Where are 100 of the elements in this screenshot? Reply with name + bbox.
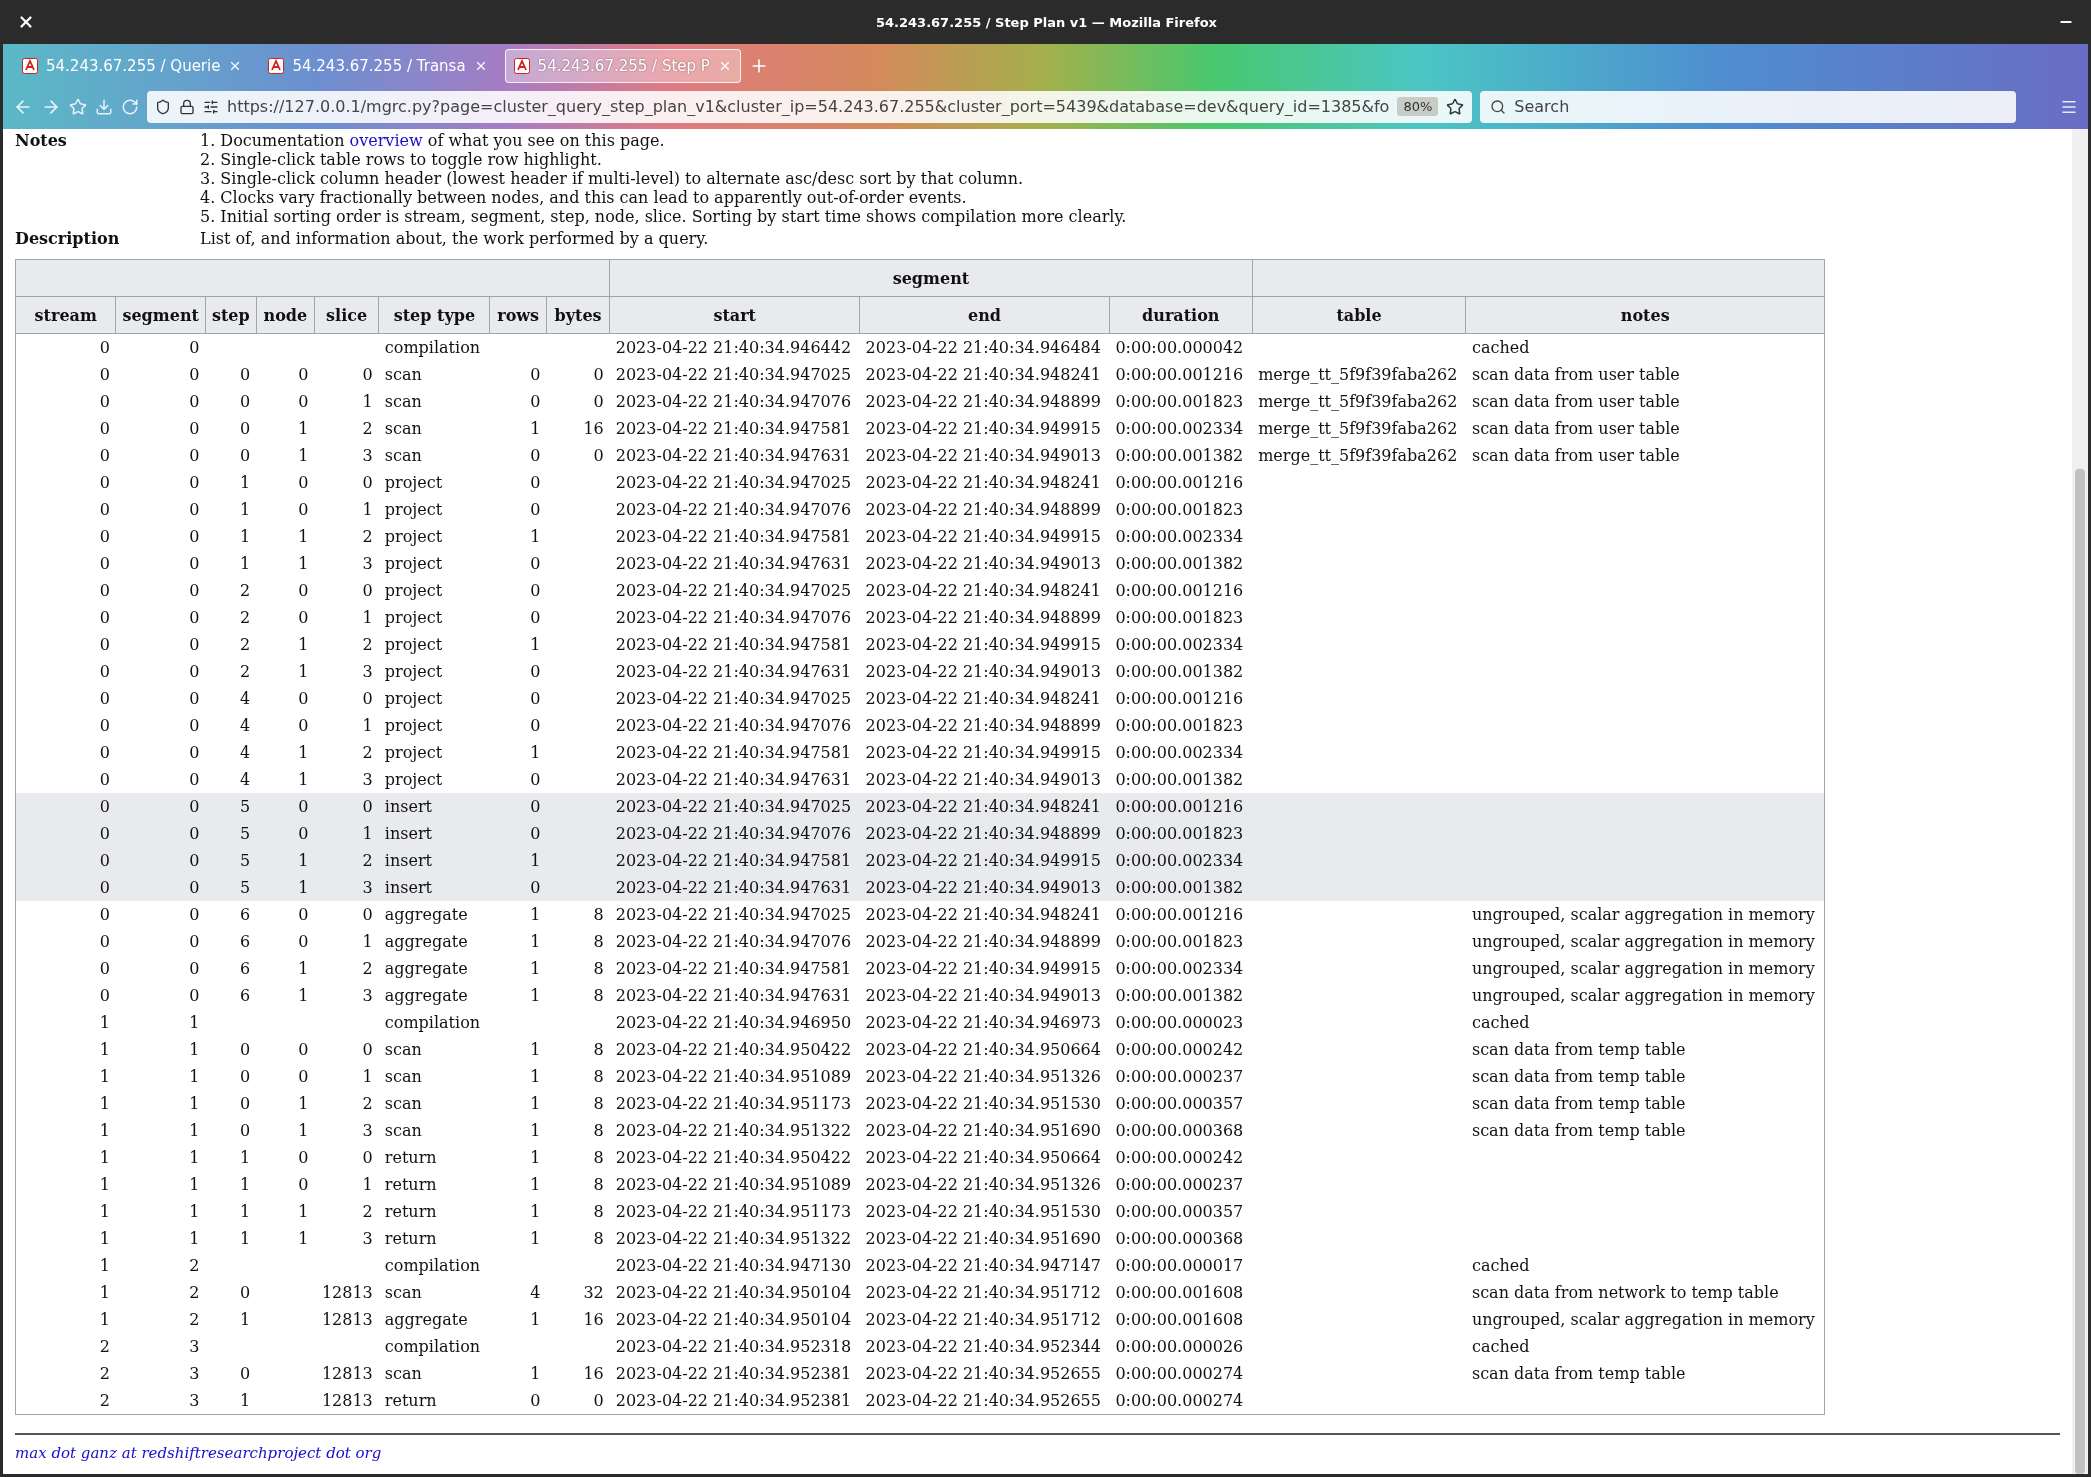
bookmark-star-icon[interactable] [1446, 97, 1465, 116]
table-cell-text: 1 [529, 985, 542, 1007]
table-cell-text: 2023-04-22 21:40:34.950664 [864, 1147, 1102, 1169]
table-cell-text: 2023-04-22 21:40:34.949013 [864, 661, 1102, 683]
address-field[interactable]: https://127.0.0.1/mgrc.py?page=cluster_query_step_plan_v1&cluster_ip=54.243.67.255&cluster_port=5439&database=dev&query_id=1385&fo 80% [147, 90, 1473, 123]
scrollbar[interactable] [2072, 129, 2088, 1474]
table-cell: 0 [490, 874, 547, 901]
column-header[interactable]: rows [490, 296, 547, 334]
table-cell: 2023-04-22 21:40:34.952381 [609, 1387, 860, 1415]
table-cell-text: 2023-04-22 21:40:34.946973 [864, 1012, 1102, 1034]
contact-link[interactable]: max dot ganz at redshiftresearchproject dot org [15, 1444, 382, 1462]
table-cell: 1 [15, 1036, 116, 1063]
reload-icon[interactable] [121, 97, 139, 116]
table-cell-text: 2023-04-22 21:40:34.948899 [864, 931, 1102, 953]
column-header[interactable]: stream [15, 296, 116, 334]
table-cell-text: 1 [188, 1120, 201, 1142]
table-cell: 0:00:00.001216 [1109, 901, 1253, 928]
table-row[interactable]: 0 0 1 0 1 project 0 2023-04-22 21:40:34.947076 2023-04-22 21:40:34.948899 0:00:00.001823 [15, 496, 1825, 523]
star-icon[interactable] [69, 97, 87, 116]
overview-link[interactable]: overview [349, 131, 423, 150]
column-header[interactable]: step type [378, 296, 490, 334]
table-cell-text: scan [383, 1282, 423, 1304]
table-cell-text: 3 [188, 1363, 201, 1385]
table-row[interactable]: 0 0 1 1 3 project 0 2023-04-22 21:40:34.947631 2023-04-22 21:40:34.949013 0:00:00.001382 [15, 550, 1825, 577]
column-header[interactable]: start [609, 296, 860, 334]
table-row[interactable]: 0 0 4 1 2 project 1 2023-04-22 21:40:34.947581 2023-04-22 21:40:34.949915 0:00:00.002334 [15, 739, 1825, 766]
table-row[interactable]: 0 0 0 1 3 scan 0 0 2023-04-22 21:40:34.947631 2023-04-22 21:40:34.949013 0:00:00.001382 merge_tt_5f9f39faba262 scan data from user table [15, 442, 1825, 469]
table-row[interactable]: 0 0 0 0 0 scan 0 0 2023-04-22 21:40:34.947025 2023-04-22 21:40:34.948241 0:00:00.001216 merge_tt_5f9f39faba262 scan data from user table [15, 361, 1825, 388]
column-header[interactable]: step [205, 296, 257, 334]
permissions-icon[interactable] [203, 98, 219, 115]
table-row[interactable]: 0 0 6 1 3 aggregate 1 8 2023-04-22 21:40:34.947631 2023-04-22 21:40:34.949013 0:00:00.001382 ungrouped, scalar aggregation in memory [15, 982, 1825, 1009]
table-row[interactable]: 1 2 0 12813 scan 4 32 2023-04-22 21:40:34.950104 2023-04-22 21:40:34.951712 0:00:00.001608 scan data from network to temp table [15, 1279, 1825, 1306]
table-row[interactable]: 0 0 2 1 2 project 1 2023-04-22 21:40:34.947581 2023-04-22 21:40:34.949915 0:00:00.002334 [15, 631, 1825, 658]
table-row[interactable]: 0 0 0 1 2 scan 1 16 2023-04-22 21:40:34.947581 2023-04-22 21:40:34.949915 0:00:00.002334 merge_tt_5f9f39faba262 scan data from user table [15, 415, 1825, 442]
table-row[interactable]: 0 0 4 0 1 project 0 2023-04-22 21:40:34.947076 2023-04-22 21:40:34.948899 0:00:00.001823 [15, 712, 1825, 739]
table-cell: cached [1465, 333, 1825, 361]
column-header[interactable]: node [256, 296, 315, 334]
table-row[interactable]: 0 0 2 0 1 project 0 2023-04-22 21:40:34.947076 2023-04-22 21:40:34.948899 0:00:00.001823 [15, 604, 1825, 631]
table-cell-text: 2 [361, 634, 374, 656]
table-cell-text: 4 [239, 742, 252, 764]
table-cell-text: 0 [188, 391, 201, 413]
group-header[interactable]: segment [609, 259, 1253, 297]
column-header[interactable]: table [1252, 296, 1466, 334]
table-cell-text: 0 [297, 1039, 310, 1061]
table-row[interactable]: 0 0 4 1 3 project 0 2023-04-22 21:40:34.947631 2023-04-22 21:40:34.949013 0:00:00.001382 [15, 766, 1825, 793]
highlighted-row[interactable]: 0 0 5 1 3 insert 0 2023-04-22 21:40:34.947631 2023-04-22 21:40:34.949013 0:00:00.001382 [15, 874, 1825, 901]
column-header[interactable]: end [859, 296, 1110, 334]
table-row[interactable]: 2 3 0 12813 scan 1 16 2023-04-22 21:40:34.952381 2023-04-22 21:40:34.952655 0:00:00.000274 scan data from temp table [15, 1360, 1825, 1387]
table-row[interactable]: 2 3 1 12813 return 0 0 2023-04-22 21:40:34.952381 2023-04-22 21:40:34.952655 0:00:00.000274 [15, 1387, 1825, 1415]
table-row[interactable]: 1 1 0 1 3 scan 1 8 2023-04-22 21:40:34.951322 2023-04-22 21:40:34.951690 0:00:00.000368 scan data from temp table [15, 1117, 1825, 1144]
highlighted-row[interactable]: 0 0 5 0 0 insert 0 2023-04-22 21:40:34.947025 2023-04-22 21:40:34.948241 0:00:00.001216 [15, 793, 1825, 820]
table-row[interactable]: 1 1 0 0 0 scan 1 8 2023-04-22 21:40:34.950422 2023-04-22 21:40:34.950664 0:00:00.000242 scan data from temp table [15, 1036, 1825, 1063]
table-row[interactable]: 1 2 compilation 2023-04-22 21:40:34.947130 2023-04-22 21:40:34.947147 0:00:00.000017 cached [15, 1252, 1825, 1279]
table-row[interactable]: 0 0 1 0 0 project 0 2023-04-22 21:40:34.947025 2023-04-22 21:40:34.948241 0:00:00.001216 [15, 469, 1825, 496]
table-cell-text: return [383, 1228, 438, 1250]
table-cell: scan data from user table [1465, 388, 1825, 415]
column-header[interactable]: bytes [546, 296, 610, 334]
table-row[interactable]: 0 0 6 1 2 aggregate 1 8 2023-04-22 21:40:34.947581 2023-04-22 21:40:34.949915 0:00:00.002334 ungrouped, scalar aggregation in memory [15, 955, 1825, 982]
table-cell-text: 0:00:00.001608 [1114, 1282, 1245, 1304]
table-cell: 1 [314, 820, 379, 847]
table-row[interactable]: 1 2 1 12813 aggregate 1 16 2023-04-22 21:40:34.950104 2023-04-22 21:40:34.951712 0:00:00.001608 ungrouped, scalar aggregation in memory [15, 1306, 1825, 1333]
table-row[interactable]: 1 1 1 0 1 return 1 8 2023-04-22 21:40:34.951089 2023-04-22 21:40:34.951326 0:00:00.000237 [15, 1171, 1825, 1198]
table-cell-text: 0 [529, 499, 542, 521]
download-icon[interactable] [95, 97, 113, 116]
table-row[interactable]: 2 3 compilation 2023-04-22 21:40:34.952318 2023-04-22 21:40:34.952344 0:00:00.000026 cached [15, 1333, 1825, 1360]
table-row[interactable]: 0 0 0 0 1 scan 0 0 2023-04-22 21:40:34.947076 2023-04-22 21:40:34.948899 0:00:00.001823 merge_tt_5f9f39faba262 scan data from user table [15, 388, 1825, 415]
table-row[interactable]: 0 0 2 1 3 project 0 2023-04-22 21:40:34.947631 2023-04-22 21:40:34.949013 0:00:00.001382 [15, 658, 1825, 685]
table-row[interactable]: 0 0 2 0 0 project 0 2023-04-22 21:40:34.947025 2023-04-22 21:40:34.948241 0:00:00.001216 [15, 577, 1825, 604]
column-header[interactable]: duration [1109, 296, 1253, 334]
table-row[interactable]: 0 0 1 1 2 project 1 2023-04-22 21:40:34.947581 2023-04-22 21:40:34.949915 0:00:00.002334 [15, 523, 1825, 550]
column-header[interactable]: segment [115, 296, 206, 334]
highlighted-row[interactable]: 0 0 5 1 2 insert 1 2023-04-22 21:40:34.947581 2023-04-22 21:40:34.949915 0:00:00.002334 [15, 847, 1825, 874]
table-cell-text: 1 [529, 526, 542, 548]
zoom-badge[interactable]: 80% [1397, 97, 1439, 116]
table-cell-text: 4 [529, 1282, 542, 1304]
table-row[interactable]: 0 0 6 0 1 aggregate 1 8 2023-04-22 21:40:34.947076 2023-04-22 21:40:34.948899 0:00:00.001823 ungrouped, scalar aggregation in memory [15, 928, 1825, 955]
search-field[interactable]: Search [1480, 90, 2017, 123]
table-cell: insert [378, 847, 490, 874]
table-row[interactable]: 1 1 compilation 2023-04-22 21:40:34.946950 2023-04-22 21:40:34.946973 0:00:00.000023 cached [15, 1009, 1825, 1036]
table-cell-text: 1 [239, 499, 252, 521]
close-icon[interactable] [17, 13, 35, 31]
table-row[interactable]: 0 0 4 0 0 project 0 2023-04-22 21:40:34.947025 2023-04-22 21:40:34.948241 0:00:00.001216 [15, 685, 1825, 712]
table-cell-text: 2023-04-22 21:40:34.947130 [614, 1255, 853, 1277]
table-row[interactable]: 1 1 1 1 3 return 1 8 2023-04-22 21:40:34.951322 2023-04-22 21:40:34.951690 0:00:00.000368 [15, 1225, 1825, 1252]
table-cell-text: aggregate [383, 958, 469, 980]
table-cell: scan data from user table [1465, 442, 1825, 469]
table-row[interactable]: 0 0 compilation 2023-04-22 21:40:34.946442 2023-04-22 21:40:34.946484 0:00:00.000042 cached [15, 333, 1825, 361]
column-header[interactable]: notes [1465, 296, 1825, 334]
column-header[interactable]: slice [314, 296, 379, 334]
table-row[interactable]: 1 1 1 1 2 return 1 8 2023-04-22 21:40:34.951173 2023-04-22 21:40:34.951530 0:00:00.000357 [15, 1198, 1825, 1225]
highlighted-row[interactable]: 0 0 5 0 1 insert 0 2023-04-22 21:40:34.947076 2023-04-22 21:40:34.948899 0:00:00.001823 [15, 820, 1825, 847]
table-cell: 2023-04-22 21:40:34.947631 [609, 874, 860, 901]
table-row[interactable]: 1 1 0 0 1 scan 1 8 2023-04-22 21:40:34.951089 2023-04-22 21:40:34.951326 0:00:00.000237 scan data from temp table [15, 1063, 1825, 1090]
table-cell: 0 [546, 1387, 610, 1415]
table-cell-text: 2023-04-22 21:40:34.947025 [614, 472, 853, 494]
table-row[interactable]: 1 1 0 1 2 scan 1 8 2023-04-22 21:40:34.951173 2023-04-22 21:40:34.951530 0:00:00.000357 scan data from temp table [15, 1090, 1825, 1117]
table-row[interactable]: 0 0 6 0 0 aggregate 1 8 2023-04-22 21:40:34.947025 2023-04-22 21:40:34.948241 0:00:00.001216 ungrouped, scalar aggregation in memory [15, 901, 1825, 928]
table-row[interactable]: 1 1 1 0 0 return 1 8 2023-04-22 21:40:34.950422 2023-04-22 21:40:34.950664 0:00:00.000242 [15, 1144, 1825, 1171]
table-cell-text: 2023-04-22 21:40:34.947631 [614, 661, 853, 683]
table-cell-text: 0:00:00.001382 [1114, 985, 1245, 1007]
